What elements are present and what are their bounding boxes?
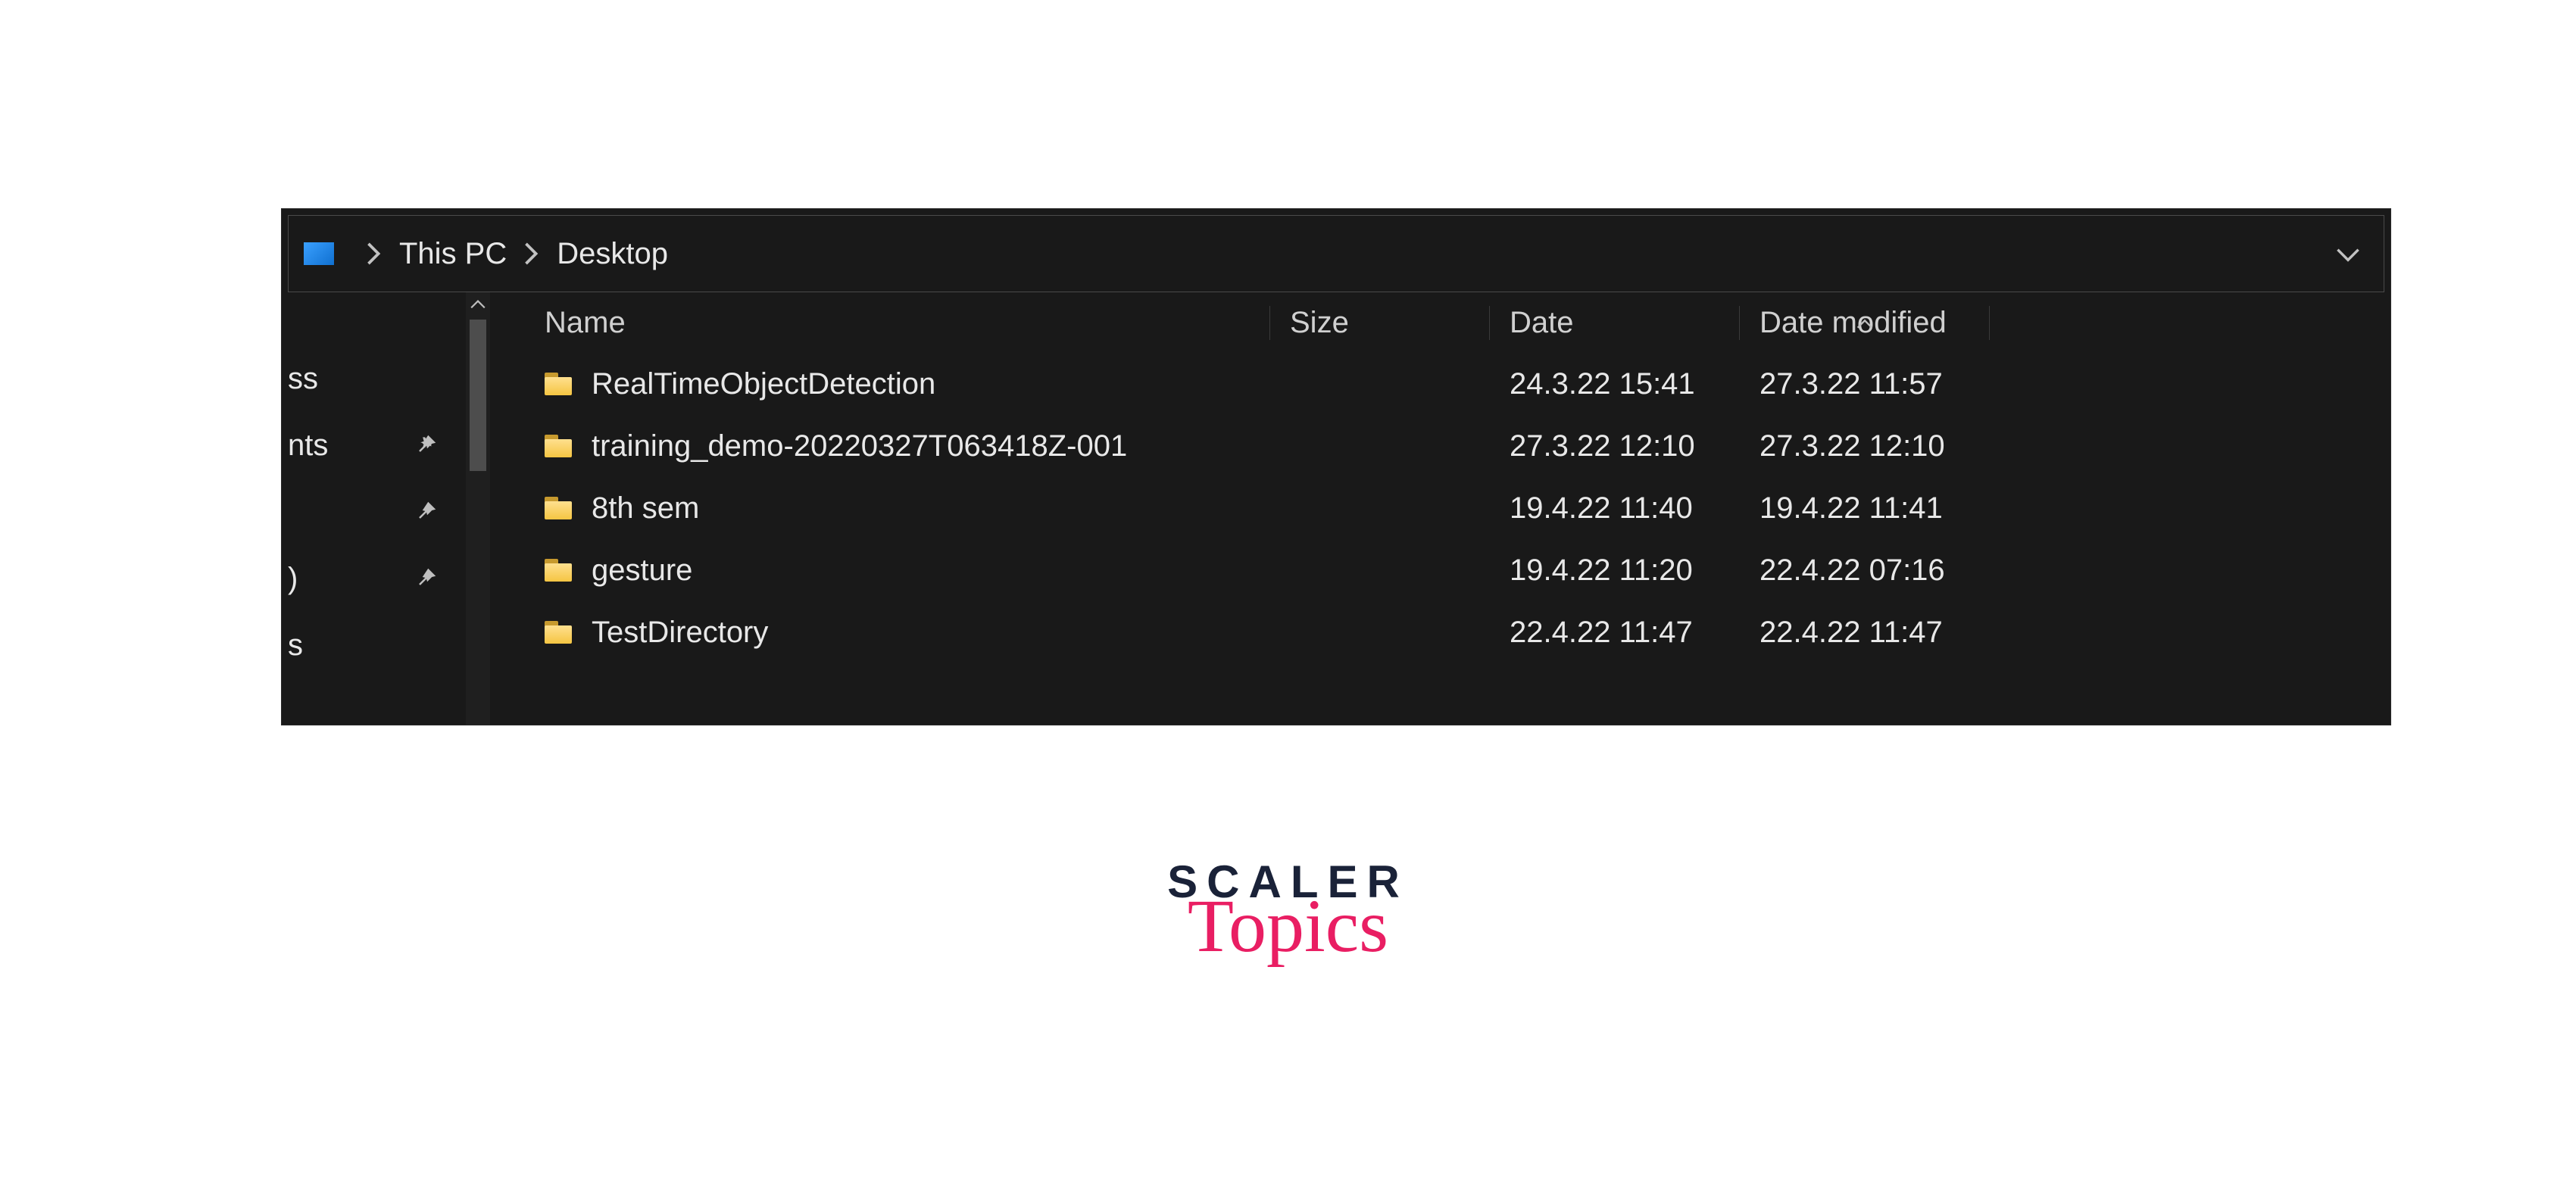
scaler-topics-watermark: SCALER Topics <box>1167 859 1409 964</box>
file-name: TestDirectory <box>592 616 768 650</box>
pin-icon <box>416 429 439 463</box>
scroll-up-icon[interactable] <box>470 292 486 317</box>
watermark-line2: Topics <box>1167 888 1409 964</box>
folder-icon <box>545 559 572 582</box>
sidebar-item-label: s <box>288 629 303 663</box>
file-name: 8th sem <box>592 491 699 526</box>
file-date: 19.4.22 11:20 <box>1490 554 1740 588</box>
sidebar-item[interactable]: s <box>282 612 466 678</box>
chevron-right-icon <box>366 242 382 265</box>
sidebar-scrollbar[interactable] <box>466 292 490 725</box>
file-modified: 22.4.22 11:47 <box>1740 616 1990 650</box>
sort-ascending-icon <box>1855 303 1875 337</box>
navigation-pane: ss nts ) <box>282 292 490 725</box>
table-row[interactable]: TestDirectory 22.4.22 11:47 22.4.22 11:4… <box>490 601 2390 663</box>
file-rows: RealTimeObjectDetection 24.3.22 15:41 27… <box>490 353 2390 725</box>
column-header-modified[interactable]: Date modified <box>1740 306 1990 340</box>
file-list: Name Size Date Date modified RealTimeObj… <box>490 292 2390 725</box>
table-row[interactable]: RealTimeObjectDetection 24.3.22 15:41 27… <box>490 353 2390 415</box>
file-modified: 27.3.22 12:10 <box>1740 429 1990 463</box>
breadcrumb[interactable]: This PC Desktop <box>288 215 2384 292</box>
file-modified: 19.4.22 11:41 <box>1740 491 1990 526</box>
sidebar-item[interactable]: nts <box>282 412 466 479</box>
file-name: training_demo-20220327T063418Z-001 <box>592 429 1127 463</box>
file-date: 19.4.22 11:40 <box>1490 491 1740 526</box>
file-name: RealTimeObjectDetection <box>592 367 935 401</box>
file-modified: 22.4.22 07:16 <box>1740 554 1990 588</box>
pin-icon <box>416 495 439 529</box>
file-date: 24.3.22 15:41 <box>1490 367 1740 401</box>
sidebar-item-label: ss <box>288 362 318 396</box>
sidebar-item[interactable]: ss <box>282 345 466 412</box>
column-header-name[interactable]: Name <box>490 306 1270 340</box>
columns-header: Name Size Date Date modified <box>490 292 2390 353</box>
this-pc-icon <box>304 242 334 265</box>
file-explorer-window: This PC Desktop ss nts <box>281 208 2391 725</box>
file-name: gesture <box>592 554 692 588</box>
scrollbar-thumb[interactable] <box>470 320 486 471</box>
pin-icon <box>416 562 439 596</box>
breadcrumb-this-pc[interactable]: This PC <box>399 237 507 271</box>
folder-icon <box>545 497 572 519</box>
column-header-modified-label: Date modified <box>1759 306 1947 339</box>
folder-icon <box>545 621 572 644</box>
sidebar-item-label: nts <box>288 429 328 463</box>
column-header-size[interactable]: Size <box>1270 306 1490 340</box>
sidebar-item[interactable]: ) <box>282 545 466 612</box>
breadcrumb-desktop[interactable]: Desktop <box>557 237 668 271</box>
file-date: 22.4.22 11:47 <box>1490 616 1740 650</box>
chevron-down-icon[interactable] <box>2335 237 2361 271</box>
folder-icon <box>545 435 572 457</box>
file-date: 27.3.22 12:10 <box>1490 429 1740 463</box>
sidebar-item[interactable] <box>282 479 466 545</box>
column-header-date[interactable]: Date <box>1490 306 1740 340</box>
table-row[interactable]: gesture 19.4.22 11:20 22.4.22 07:16 <box>490 539 2390 601</box>
sidebar-item-label: ) <box>288 562 298 596</box>
table-row[interactable]: training_demo-20220327T063418Z-001 27.3.… <box>490 415 2390 477</box>
file-modified: 27.3.22 11:57 <box>1740 367 1990 401</box>
table-row[interactable]: 8th sem 19.4.22 11:40 19.4.22 11:41 <box>490 477 2390 539</box>
folder-icon <box>545 373 572 395</box>
chevron-right-icon <box>523 242 540 265</box>
